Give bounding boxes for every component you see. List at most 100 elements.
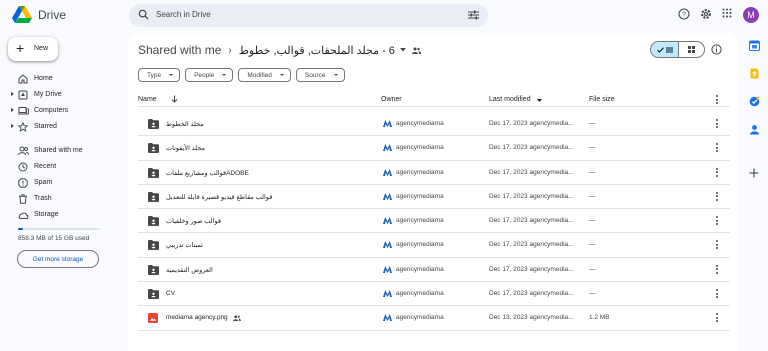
- table-row[interactable]: مجلد الأيقونات agencymediama Dec 17, 2023 …: [138, 136, 730, 161]
- breadcrumb-current-folder[interactable]: 6 - مجلد الملحقات, قوالب, خطوط: [239, 44, 395, 57]
- nav-item-computers[interactable]: Computers: [8, 104, 118, 118]
- filter-people[interactable]: People: [185, 68, 234, 82]
- nav-item-storage[interactable]: Storage: [8, 208, 118, 222]
- tasks-icon[interactable]: [749, 96, 760, 107]
- table-row[interactable]: قوالب ومشاريع ملفاتADOBE agencymediama Dec…: [138, 161, 730, 185]
- svg-text:?: ?: [682, 12, 686, 19]
- filter-source[interactable]: Source: [295, 68, 345, 82]
- view-toggle: [650, 41, 705, 58]
- nav-item-recent[interactable]: Recent: [8, 160, 118, 174]
- file-name[interactable]: قوالب ومشاريع ملفاتADOBE: [166, 169, 249, 177]
- sort-arrow-down-icon[interactable]: [171, 95, 178, 103]
- nav-item-my-drive[interactable]: My Drive: [8, 88, 118, 102]
- file-name[interactable]: قوالب مقاطع فيديو قصيرة قابلة للتعديل: [166, 193, 272, 201]
- file-name[interactable]: العروض التقديمية: [166, 266, 213, 274]
- owner-logo-icon: [383, 168, 392, 176]
- more-options-icon[interactable]: [716, 167, 719, 179]
- more-options-icon[interactable]: [716, 191, 719, 203]
- file-last-modified: Dec 17, 2023 agencymedia...: [489, 217, 574, 225]
- nav-item-home[interactable]: Home: [8, 72, 118, 86]
- filter-modified[interactable]: Modified: [238, 68, 291, 82]
- file-name-text: مجلد الأيقونات: [166, 145, 205, 153]
- table-row[interactable]: CV agencymediama Dec 17, 2023 agencymedia.…: [138, 282, 730, 307]
- calendar-icon[interactable]: [749, 40, 760, 51]
- filter-source-label: Source: [304, 71, 326, 79]
- get-more-storage-button[interactable]: Get more storage: [17, 250, 99, 268]
- drive-logo[interactable]: Drive: [12, 6, 66, 24]
- more-options-icon[interactable]: [716, 216, 719, 227]
- shared-folder-icon: [148, 191, 159, 202]
- column-header-name[interactable]: Name: [138, 96, 157, 103]
- new-button[interactable]: + New: [8, 37, 58, 61]
- account-avatar[interactable]: M: [743, 7, 759, 23]
- nav-label-computers: Computers: [34, 107, 69, 114]
- owner-logo-icon: [383, 192, 392, 200]
- nav-item-trash[interactable]: Trash: [8, 192, 118, 206]
- contacts-icon[interactable]: [749, 124, 760, 135]
- search-bar[interactable]: Search in Drive: [129, 4, 488, 27]
- nav-label-recent: Recent: [34, 163, 57, 170]
- search-icon[interactable]: [138, 9, 149, 20]
- clock-icon: [18, 162, 28, 172]
- help-icon[interactable]: ?: [678, 8, 690, 20]
- grid-view-button[interactable]: [679, 42, 704, 57]
- plus-icon: +: [16, 40, 25, 56]
- file-size: —: [589, 290, 596, 298]
- column-header-last-modified[interactable]: Last modified: [489, 96, 531, 103]
- spam-icon: [18, 178, 28, 188]
- file-name[interactable]: مجلد الخطوط: [166, 120, 204, 128]
- table-row[interactable]: قوالب مقاطع فيديو قصيرة قابلة للتعديل age…: [138, 185, 730, 210]
- nav-item-shared-with-me[interactable]: Shared with me: [8, 144, 118, 158]
- file-name[interactable]: قوالب صور وخلفيات: [166, 217, 221, 225]
- expand-caret-icon[interactable]: [11, 108, 14, 112]
- file-last-modified: Dec 17, 2023 agencymedia...: [489, 120, 574, 127]
- file-name[interactable]: مجلد الأيقونات: [166, 144, 205, 152]
- more-options-icon[interactable]: [716, 240, 719, 251]
- search-options-icon[interactable]: [468, 10, 479, 20]
- file-name[interactable]: ثمبنات تدريبي: [166, 241, 203, 249]
- more-options-icon[interactable]: [716, 143, 719, 154]
- nav-item-spam[interactable]: Spam: [8, 176, 118, 190]
- info-icon[interactable]: [711, 44, 722, 55]
- add-addon-icon[interactable]: [749, 168, 759, 178]
- drive-logo-icon: [12, 6, 32, 23]
- more-options-icon[interactable]: [716, 289, 719, 300]
- file-name[interactable]: CV: [166, 290, 175, 297]
- column-header-file-size[interactable]: File size: [589, 96, 615, 103]
- owner-logo-icon: [383, 314, 392, 322]
- file-name[interactable]: mediama agency.png: [166, 314, 241, 321]
- nav-item-starred[interactable]: Starred: [8, 120, 118, 134]
- table-row[interactable]: مجلد الخطوط agencymediama Dec 17, 2023 age…: [138, 112, 730, 137]
- sort-caret-down-icon[interactable]: [537, 99, 542, 102]
- breadcrumb-root[interactable]: Shared with me: [138, 43, 221, 57]
- file-last-modified: Dec 17, 2023 agencymedia...: [489, 192, 574, 200]
- table-row[interactable]: قوالب صور وخلفيات agencymediama Dec 17, 20…: [138, 209, 730, 234]
- file-name-text: مجلد الخطوط: [166, 121, 204, 128]
- more-options-icon[interactable]: [716, 264, 719, 276]
- filter-type[interactable]: Type: [138, 68, 181, 82]
- column-header-owner[interactable]: Owner: [381, 96, 402, 103]
- file-name-text: قوالب ومشاريع ملفاتADOBE: [166, 169, 249, 177]
- search-input[interactable]: Search in Drive: [156, 10, 211, 19]
- more-options-icon[interactable]: [716, 313, 719, 324]
- file-owner: agencymediama: [396, 217, 444, 225]
- more-options-icon[interactable]: [716, 95, 719, 106]
- list-view-button[interactable]: [651, 42, 679, 57]
- settings-gear-icon[interactable]: [700, 8, 712, 20]
- list-view-icon: [665, 47, 673, 52]
- expand-caret-icon[interactable]: [11, 92, 14, 96]
- expand-caret-icon[interactable]: [11, 124, 14, 128]
- more-options-icon[interactable]: [716, 119, 719, 130]
- shared-folder-icon: [148, 216, 159, 227]
- owner-logo-icon: [383, 290, 392, 298]
- table-row[interactable]: ثمبنات تدريبي agencymediama Dec 17, 2023 a…: [138, 233, 730, 258]
- filter-chips: Type People Modified Source: [138, 68, 345, 82]
- table-row[interactable]: العروض التقديمية agencymediama Dec 17, 202…: [138, 258, 730, 283]
- keep-icon[interactable]: [749, 68, 760, 79]
- file-owner: agencymediama: [396, 265, 444, 273]
- file-name-text: CV: [166, 290, 176, 298]
- file-last-modified: Dec 17, 2023 agencymedia...: [489, 290, 574, 298]
- chevron-down-icon[interactable]: [399, 48, 406, 52]
- table-row[interactable]: mediama agency.png agencymediama Dec 13, 2…: [138, 306, 730, 331]
- apps-grid-icon[interactable]: [722, 8, 732, 18]
